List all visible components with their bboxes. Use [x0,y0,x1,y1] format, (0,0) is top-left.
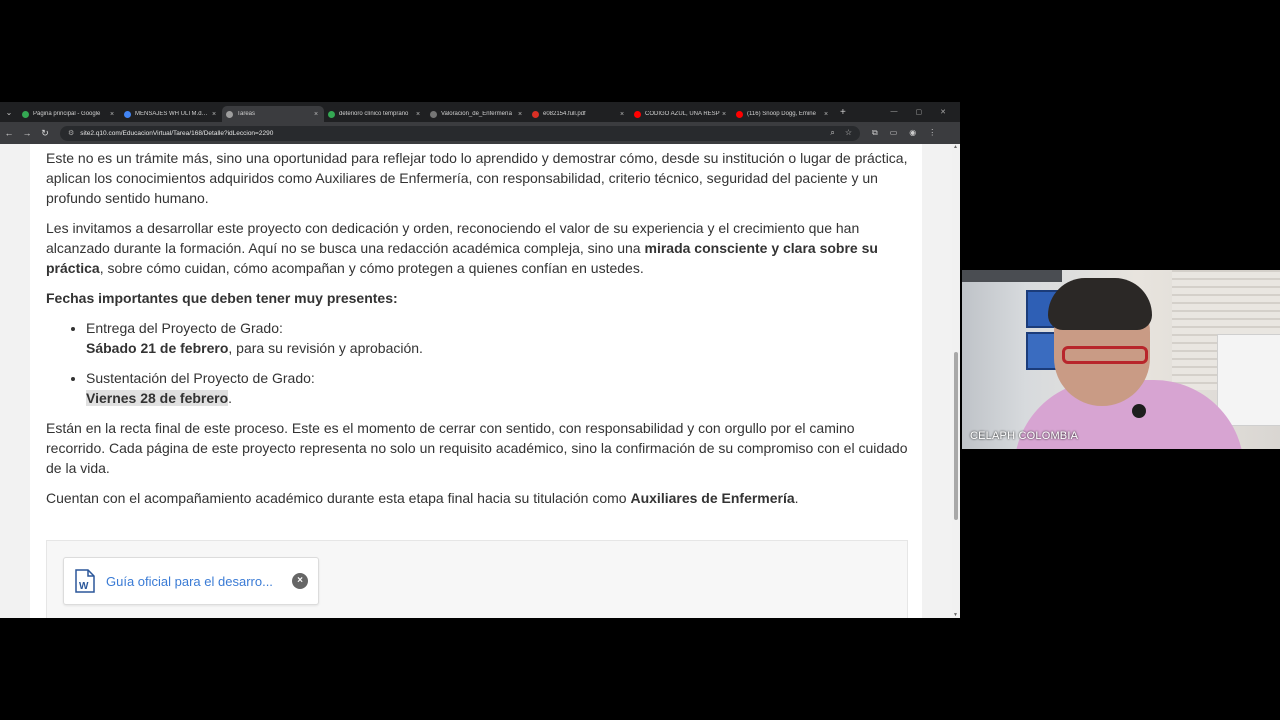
close-tab-icon[interactable]: × [414,111,422,118]
cast-icon[interactable]: ▭ [890,128,898,138]
browser-tab[interactable]: Página principal - Google × [18,106,120,122]
paragraph-intro: Este no es un trámite más, sino una opor… [46,150,908,206]
browser-tab[interactable]: CODIGO AZUL, UNA RESP × [630,106,732,122]
tab-title: CODIGO AZUL, UNA RESP [645,111,720,117]
task-detail-card: Este no es un trámite más, sino una opor… [30,144,922,618]
profile-icon[interactable]: ◉ [909,128,916,138]
url-field[interactable]: ⚙ site2.q10.com/EducacionVirtual/Tarea/1… [60,125,860,141]
attachment-item[interactable]: W Guía oficial para el desarro... × [63,557,319,605]
attachments-panel: W Guía oficial para el desarro... × [46,540,908,618]
list-item: Entrega del Proyecto de Grado: Sábado 21 … [86,318,914,358]
zoom-icon[interactable]: ⌕ [830,128,834,138]
page-scrollbar[interactable]: ▲ ▼ [952,144,960,618]
tab-title: deterioro clínico temprano [339,111,409,117]
browser-window: ⌄ Página principal - Google × MENSAJES WH … [0,102,960,618]
item-title: Entrega del Proyecto de Grado: [86,320,283,336]
headset-mic [1132,404,1146,418]
close-tab-icon[interactable]: × [516,111,524,118]
tab-favicon-icon [22,110,29,118]
tab-strip: Página principal - Google × MENSAJES WH UL… [18,102,834,122]
text-fragment: , sobre cómo cuidan, cómo acompañan y có… [99,260,644,276]
browser-tab[interactable]: Tareas × [222,106,324,122]
close-window-icon[interactable]: ✕ [940,108,946,116]
close-tab-icon[interactable]: × [618,111,626,118]
close-tab-icon[interactable]: × [312,111,320,118]
scroll-down-icon[interactable]: ▼ [953,612,958,618]
browser-tab[interactable]: (116) Snoop Dogg, Emine × [732,106,834,122]
task-description: Este no es un trámite más, sino una opor… [46,148,914,518]
svg-text:W: W [79,581,89,592]
paragraph-final-stretch: Están en la recta final de este proceso.… [46,420,908,476]
extensions-icon[interactable]: ⧉ [872,128,878,138]
close-tab-icon[interactable]: × [210,111,218,118]
participant-hair [1048,278,1152,330]
list-item: Sustentación del Proyecto de Grado: Viern… [86,368,914,408]
reload-icon[interactable]: ↻ [36,128,54,139]
url-text: site2.q10.com/EducacionVirtual/Tarea/168… [80,129,274,137]
word-document-icon: W [75,569,95,593]
item-date-highlighted: Viernes 28 de febrero [86,390,229,406]
scrollbar-thumb[interactable] [954,352,958,520]
tab-favicon-icon [328,110,335,118]
tab-favicon-icon [634,110,641,118]
paragraph-closing: Cuentan con el acompañamiento académico … [46,488,914,508]
background-shelf [962,270,1062,282]
bold-fragment: Auxiliares de Enfermería [630,490,795,506]
tab-favicon-icon [226,110,233,118]
tab-favicon-icon [736,110,743,118]
maximize-icon[interactable]: ▢ [916,108,923,116]
remove-attachment-icon[interactable]: × [292,573,308,589]
new-tab-button[interactable]: + [840,107,846,118]
tab-title: Página principal - Google [33,111,101,117]
tab-bar: ⌄ Página principal - Google × MENSAJES WH … [0,102,960,122]
whiteboard [1217,334,1280,426]
browser-tab[interactable]: deterioro clínico temprano × [324,106,426,122]
close-tab-icon[interactable]: × [822,111,830,118]
back-icon[interactable]: ← [0,128,18,138]
menu-dots-icon[interactable]: ⋮ [928,128,936,138]
attachment-name-link[interactable]: Guía oficial para el desarro... [106,574,273,589]
participant-name: CELAPH COLOMBIA [970,430,1079,442]
address-bar: ← → ↻ ⚙ site2.q10.com/EducacionVirtual/T… [0,122,960,144]
item-rest: . [228,390,233,406]
site-info-icon[interactable]: ⚙ [68,129,74,137]
dates-list: Entrega del Proyecto de Grado: Sábado 21 … [46,318,914,408]
forward-icon[interactable]: → [18,128,36,138]
browser-tab[interactable]: MENSAJES WH ULTM.docx × [120,106,222,122]
tab-title: e082154.full.pdf [543,111,586,117]
tab-title: (116) Snoop Dogg, Emine [747,111,816,117]
dates-heading-text: Fechas importantes que deben tener muy p… [46,290,398,306]
close-tab-icon[interactable]: × [108,111,116,118]
minimize-icon[interactable]: — [891,108,898,116]
text-fragment: . [794,490,799,506]
browser-tab[interactable]: e082154.full.pdf × [528,106,630,122]
participant-glasses [1062,346,1148,364]
tab-search-icon[interactable]: ⌄ [0,102,18,122]
tab-favicon-icon [124,110,131,118]
tab-title: Valoracion_de_Enfermería [441,111,512,117]
dates-heading: Fechas importantes que deben tener muy p… [46,288,914,308]
window-controls: — ▢ ✕ [891,108,961,116]
tab-title: MENSAJES WH ULTM.docx [135,111,210,117]
item-title: Sustentación del Proyecto de Grado: [86,370,315,386]
tab-favicon-icon [430,110,437,118]
text-fragment: Cuentan con el acompañamiento académico … [46,490,631,506]
webcam-video-tile: CELAPH COLOMBIA [962,270,1280,449]
scroll-up-icon[interactable]: ▲ [953,144,958,150]
bookmark-star-icon[interactable]: ☆ [845,128,852,138]
item-rest: , para su revisión y aprobación. [228,340,423,356]
browser-tab[interactable]: Valoracion_de_Enfermería × [426,106,528,122]
paragraph-invitation: Les invitamos a desarrollar este proyect… [46,218,914,278]
item-date: Sábado 21 de febrero [86,340,229,356]
tab-favicon-icon [532,110,539,118]
close-tab-icon[interactable]: × [720,111,728,118]
page-viewport: Este no es un trámite más, sino una opor… [0,144,952,618]
tab-title: Tareas [237,111,256,117]
